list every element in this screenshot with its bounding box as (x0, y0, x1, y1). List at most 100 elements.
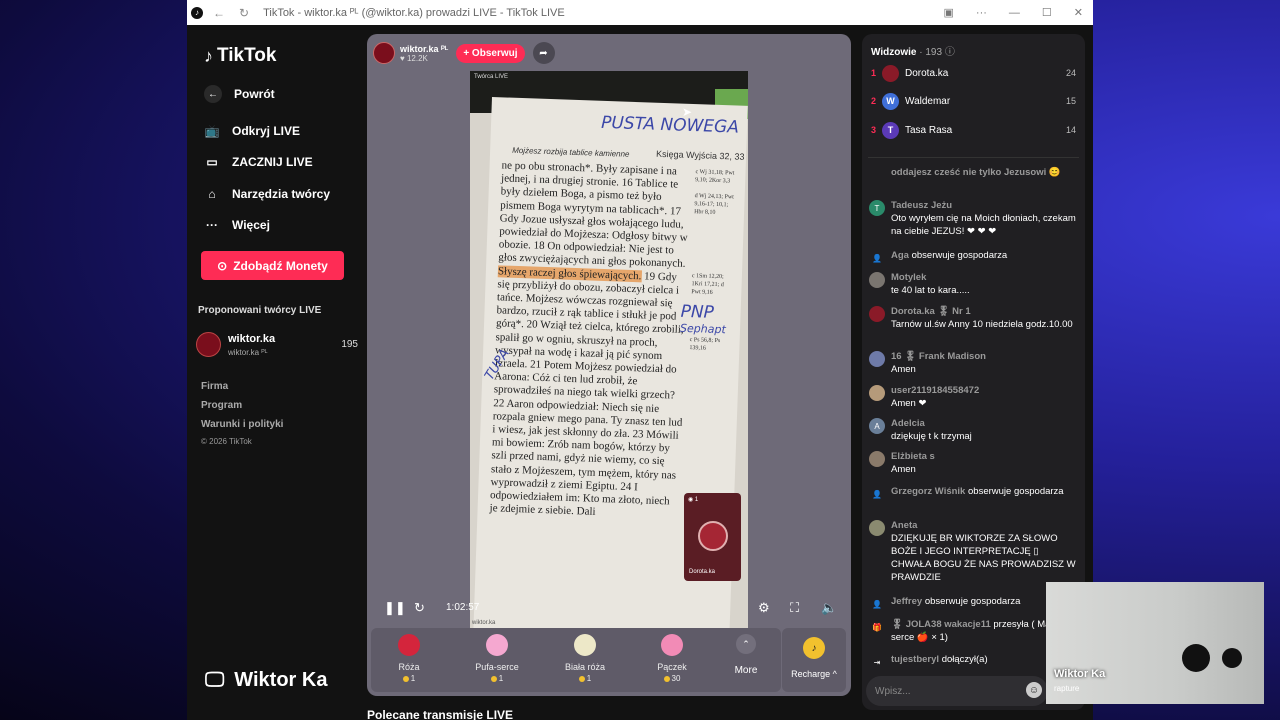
tv-icon: 📺 (204, 124, 220, 138)
message-user[interactable]: Tadeusz Jeżu (891, 199, 1077, 212)
viewer-name: Tasa Rasa (905, 124, 953, 136)
bible-text: ne po obu stronach*. Były zapisane i na … (489, 159, 691, 522)
suggested-creator[interactable]: wiktor.ka wiktor.ka ᴾᴸ 195 (196, 329, 358, 361)
message-user[interactable]: tujestberyl (891, 654, 939, 665)
avatar[interactable] (869, 351, 885, 367)
more-gifts-button[interactable]: ⌃ More (726, 634, 766, 676)
top-viewer-row[interactable]: 1 Dorota.ka 24 (871, 63, 1076, 83)
avatar[interactable] (869, 385, 885, 401)
gift-name: Pączek (657, 662, 687, 672)
follow-button[interactable]: + Obserwuj (456, 43, 525, 63)
message-user[interactable]: Adelcia (891, 417, 1077, 430)
minimize-icon[interactable]: — (1009, 7, 1020, 19)
message-user[interactable]: Aga (891, 250, 909, 261)
close-icon[interactable]: ✕ (1074, 6, 1083, 19)
get-coins-button[interactable]: ⊙ Zdobądź Monety (201, 251, 344, 280)
sidebar: ♪ TikTok ← Powrót 📺 Odkryj LIVE ▭ ZACZNI… (187, 25, 365, 720)
viewer-name: Waldemar (905, 95, 951, 107)
gift-item[interactable]: Biała róża 1 (555, 634, 615, 683)
avatar[interactable] (869, 272, 885, 288)
chat-input-placeholder: Wpisz... (875, 685, 911, 697)
creator-viewer-count: 195 (341, 339, 358, 350)
info-icon[interactable]: ⓘ (945, 47, 955, 58)
avatar: W (882, 92, 899, 110)
app-icon[interactable]: ▣ (944, 6, 954, 19)
tiktok-logo[interactable]: ♪ TikTok (204, 45, 276, 67)
message-user[interactable]: Grzegorz Wiśnik (891, 486, 965, 497)
host-avatar[interactable] (373, 42, 395, 64)
chat-input[interactable]: Wpisz... ☺ (866, 676, 1048, 706)
host-likes: ♥ 12.2K (400, 53, 428, 63)
message-user[interactable]: Dorota.ka 🎖 Nr 1 (891, 305, 1077, 318)
avatar (698, 521, 728, 551)
avatar[interactable]: A (869, 418, 885, 434)
maximize-icon[interactable]: ☐ (1042, 6, 1052, 19)
message-user[interactable]: Jeffrey (891, 596, 922, 607)
fullscreen-icon[interactable]: ⛶ (790, 600, 799, 616)
top-viewer-row[interactable]: 2 W Waldemar 15 (871, 91, 1076, 111)
viewer-rank: 3 (871, 125, 877, 135)
handwriting-note: PUSTA NOWEGA (600, 112, 740, 138)
house-icon: ⌂ (208, 187, 216, 201)
viewer-score: 15 (1065, 96, 1076, 106)
back-button[interactable]: ← Powrót (204, 85, 275, 103)
sidebar-item-more[interactable]: ··· Więcej (204, 217, 270, 233)
settings-icon[interactable]: ⚙ (758, 600, 770, 616)
reload-icon[interactable]: ↻ (239, 6, 249, 20)
message-user[interactable]: 16 🎖 Frank Madison (891, 350, 1077, 363)
guest-pip[interactable]: ◉ 1 Dorota.ka (684, 493, 741, 581)
coin-icon (663, 675, 670, 682)
chat-message: Elżbieta s Amen (869, 450, 1077, 476)
viewers-count: · 193 (919, 47, 943, 58)
message-text: dziękuję t k trzymaj (891, 431, 972, 442)
avatar[interactable]: T (869, 200, 885, 216)
message-text: Amen (891, 464, 916, 475)
monitor-icon: 🖵 (205, 669, 225, 691)
more-icon[interactable]: ··· (976, 7, 987, 19)
pause-icon[interactable]: ❚❚ (384, 600, 406, 616)
recharge-label: Recharge ^ (791, 669, 837, 679)
gift-item[interactable]: Pufa-serce 1 (467, 634, 527, 683)
back-nav-icon[interactable]: ← (213, 6, 225, 20)
coin-icon (402, 675, 409, 682)
gift-price-value: 30 (671, 674, 681, 683)
top-viewer-row[interactable]: 3 T Tasa Rasa 14 (871, 120, 1076, 140)
heart-puff-icon (486, 634, 508, 656)
viewer-rank: 1 (871, 68, 877, 78)
recharge-button[interactable]: ♪ Recharge ^ (782, 628, 846, 692)
footer-link-program[interactable]: Program (201, 400, 242, 411)
margin-note: d Wj 24,13; Pwt 9,16-17; 10,1; Hbr 8,10 (694, 193, 734, 216)
person-icon: 👤 (872, 253, 882, 263)
avatar[interactable] (869, 306, 885, 322)
sidebar-item-discover-live[interactable]: 📺 Odkryj LIVE (204, 123, 301, 139)
message-user[interactable]: Elżbieta s (891, 450, 1077, 463)
chat-message: Motylek te 40 lat to kara..... (869, 271, 1077, 297)
avatar[interactable] (869, 451, 885, 467)
viewer-score: 14 (1065, 125, 1076, 135)
bible-text-before: ne po obu stronach*. Były zapisane i na … (498, 159, 688, 271)
sidebar-item-start-live[interactable]: ▭ ZACZNIJ LIVE (204, 154, 312, 170)
footer-link-terms[interactable]: Warunki i polityki (201, 419, 283, 430)
title-bar: ♪ ← ↻ TikTok - wiktor.ka ᴾᴸ (@wiktor.ka)… (187, 0, 1093, 25)
sidebar-item-creator-tools[interactable]: ⌂ Narzędzia twórcy (204, 186, 330, 202)
gift-item[interactable]: Róża 1 (379, 634, 439, 683)
gift-price-value: 1 (586, 674, 592, 683)
emoji-icon[interactable]: ☺ (1026, 682, 1042, 698)
message-user[interactable]: user2119184558472 (891, 384, 1077, 397)
host-name[interactable]: wiktor.ka ᴾᴸ (400, 44, 448, 54)
message-user[interactable]: Motylek (891, 271, 1077, 284)
volume-icon[interactable]: 🔈 (821, 600, 837, 616)
message-user[interactable]: 🎖 JOLA38 wakacje11 (891, 619, 991, 630)
coins-label: Zdobądź Monety (233, 258, 328, 273)
gift-price-value: 1 (498, 674, 504, 683)
sidebar-item-label: Odkryj LIVE (232, 124, 301, 138)
webcam-name: Wiktor Ka (1054, 668, 1106, 680)
message-user[interactable]: Aneta (891, 519, 1077, 532)
footer-link-company[interactable]: Firma (201, 381, 228, 392)
share-icon[interactable]: ➦ (532, 42, 555, 64)
gift-item[interactable]: Pączek 30 (642, 634, 702, 683)
margin-note: c 1Sm 12,20; 1Kri 17,21; d Pwt 9,16 (691, 273, 724, 296)
rose-icon (398, 634, 420, 656)
refresh-icon[interactable]: ↻ (414, 600, 425, 616)
avatar[interactable] (869, 520, 885, 536)
